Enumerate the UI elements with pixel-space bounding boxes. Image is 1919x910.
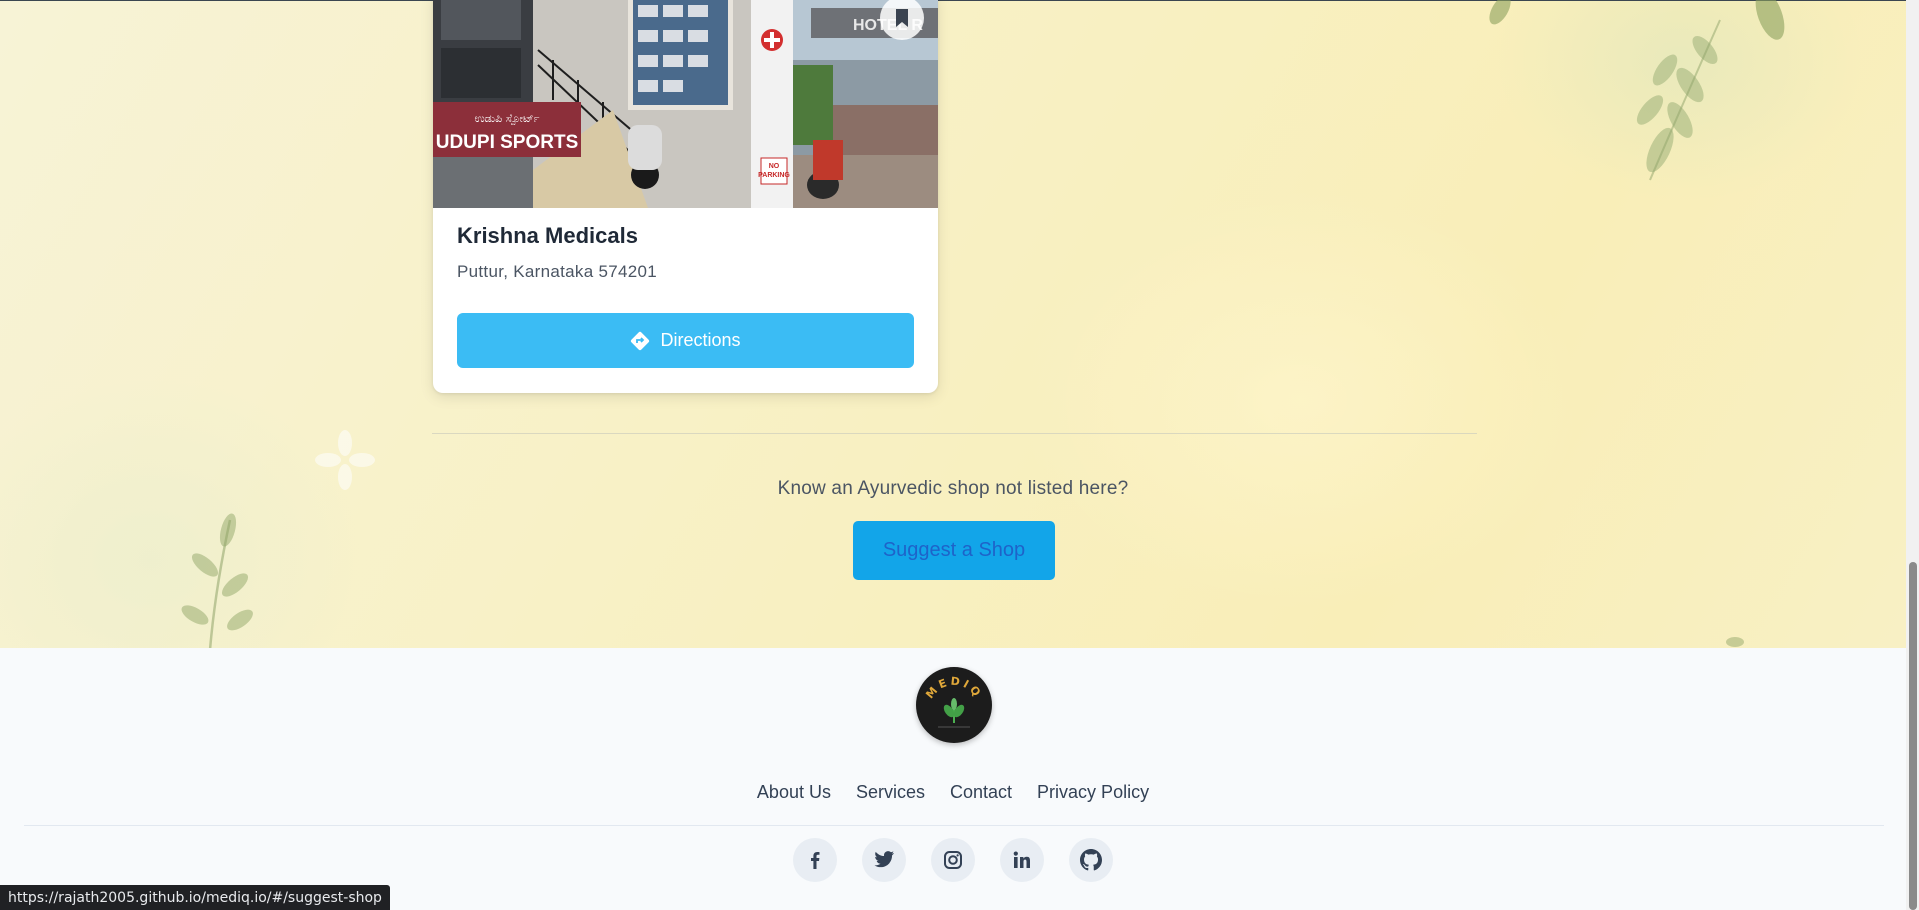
bookmark-icon xyxy=(896,9,908,27)
mediq-logo[interactable]: MEDIQ xyxy=(916,667,992,743)
svg-text:MEDIQ: MEDIQ xyxy=(923,675,984,702)
scrollbar-thumb[interactable] xyxy=(1909,562,1917,910)
footer: MEDIQ About Us Services Contact Privacy … xyxy=(0,648,1906,910)
facebook-link[interactable] xyxy=(793,838,837,882)
status-bar-url: https://rajath2005.github.io/mediq.io/#/… xyxy=(0,885,390,910)
social-links xyxy=(0,838,1906,882)
footer-divider xyxy=(24,825,1884,826)
linkedin-link[interactable] xyxy=(1000,838,1044,882)
photo-sign-sports-kannada: ಉಡುಪಿ ಸ್ಪೋರ್ಟ್ xyxy=(474,112,539,125)
section-divider xyxy=(432,433,1477,434)
logo-graphic: MEDIQ xyxy=(923,675,984,728)
directions-button[interactable]: Directions xyxy=(457,313,914,368)
suggest-shop-button[interactable]: Suggest a Shop xyxy=(853,521,1055,580)
footer-link-contact[interactable]: Contact xyxy=(950,782,1012,803)
footer-link-services[interactable]: Services xyxy=(856,782,925,803)
footer-nav: About Us Services Contact Privacy Policy xyxy=(0,782,1906,803)
instagram-icon xyxy=(944,851,962,869)
linkedin-icon xyxy=(1013,851,1030,868)
shop-address: Puttur, Karnataka 574201 xyxy=(457,262,658,281)
directions-label: Directions xyxy=(660,330,741,350)
photo-sign-parking: PARKING xyxy=(758,172,790,179)
github-icon xyxy=(1080,849,1102,871)
footer-link-privacy-policy[interactable]: Privacy Policy xyxy=(1037,782,1149,803)
leaf-decoration-bottom-left xyxy=(181,513,253,648)
photo-sign-sports: UDUPI SPORTS xyxy=(436,132,579,153)
shop-name: Krishna Medicals xyxy=(457,223,638,248)
leaf-decoration-top-right xyxy=(1489,0,1785,181)
shop-card: ಉಡುಪಿ ಸ್ಪೋರ್ಟ್ UDUPI SPORTS NO PARKING H… xyxy=(433,0,938,393)
twitter-icon xyxy=(874,851,895,868)
shop-photo: ಉಡುಪಿ ಸ್ಪೋರ್ಟ್ UDUPI SPORTS NO PARKING H… xyxy=(433,0,938,208)
footer-link-about-us[interactable]: About Us xyxy=(757,782,831,803)
suggest-prompt: Know an Ayurvedic shop not listed here? xyxy=(777,478,1129,499)
github-link[interactable] xyxy=(1069,838,1113,882)
shop-listing-section: ಉಡುಪಿ ಸ್ಪೋರ್ಟ್ UDUPI SPORTS NO PARKING H… xyxy=(0,0,1906,648)
leaf-decoration-bottom-right xyxy=(1726,637,1744,647)
directions-icon xyxy=(631,331,650,350)
facebook-icon xyxy=(811,852,820,869)
twitter-link[interactable] xyxy=(862,838,906,882)
page: ಉಡುಪಿ ಸ್ಪೋರ್ಟ್ UDUPI SPORTS NO PARKING H… xyxy=(0,0,1919,910)
page-scrollbar[interactable] xyxy=(1906,0,1919,910)
logo-text: MEDIQ xyxy=(923,675,981,702)
photo-sign-no: NO xyxy=(769,163,780,170)
instagram-link[interactable] xyxy=(931,838,975,882)
